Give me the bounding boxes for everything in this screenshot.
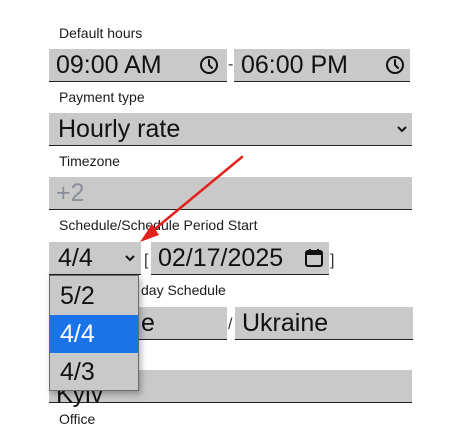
annotation-arrow [140,155,244,242]
